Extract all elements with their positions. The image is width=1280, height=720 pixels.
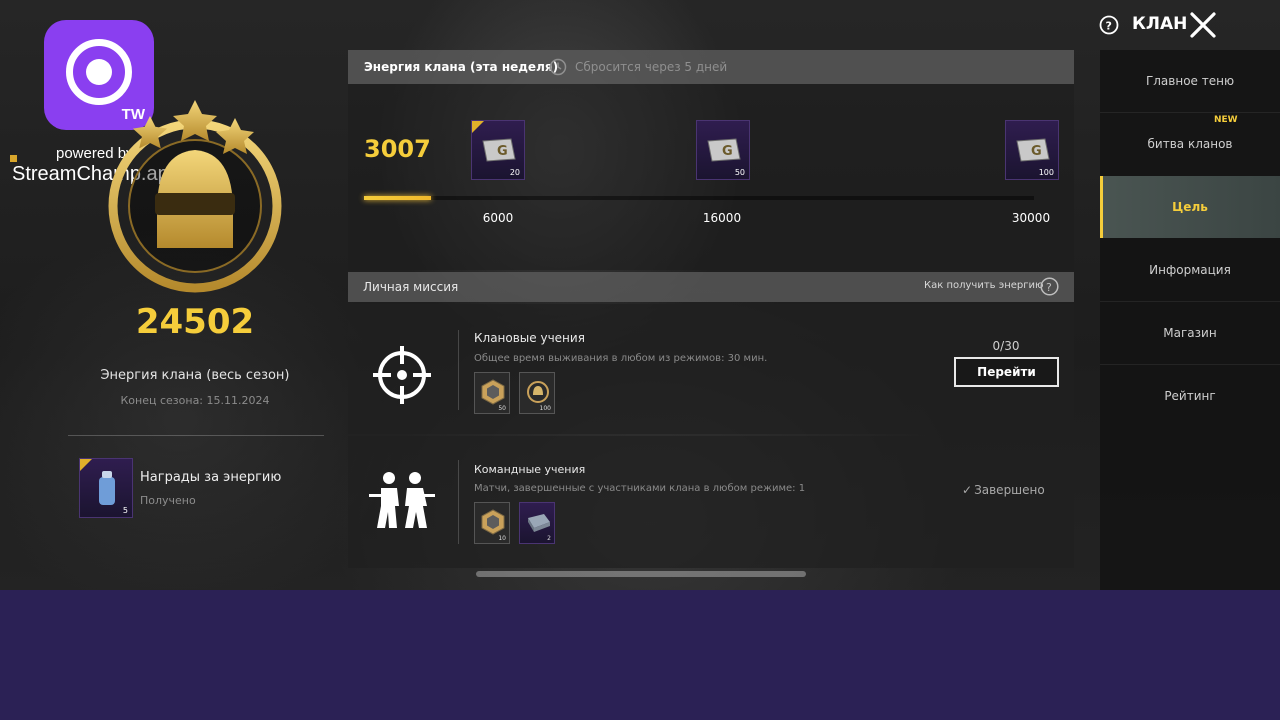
energy-badge-icon bbox=[481, 379, 505, 405]
season-end-date: Конец сезона: 15.11.2024 bbox=[120, 394, 270, 407]
how-to-get-energy-link[interactable]: Как получить энергию bbox=[924, 280, 1043, 291]
nav-item-clan-battle[interactable]: битва кланов bbox=[1100, 113, 1280, 175]
divider bbox=[458, 460, 459, 544]
reward-count: 5 bbox=[122, 506, 128, 515]
record-ring-icon bbox=[66, 39, 132, 105]
weekly-progress-fill bbox=[364, 196, 431, 200]
mission-reward-crate[interactable]: 2 bbox=[519, 502, 555, 544]
go-button[interactable]: Перейти bbox=[954, 357, 1059, 387]
energy-reward-item[interactable]: 5 bbox=[79, 458, 133, 518]
reward-count: 2 bbox=[547, 535, 551, 542]
question-circle-icon[interactable]: ? bbox=[1099, 15, 1119, 35]
svg-text:?: ? bbox=[1046, 281, 1052, 294]
milestone-label: 30000 bbox=[1011, 211, 1051, 225]
clock-icon bbox=[549, 58, 567, 76]
mission-reward-energy[interactable]: 50 bbox=[474, 372, 510, 414]
clan-helmet-emblem-icon bbox=[108, 100, 282, 293]
active-indicator bbox=[1100, 176, 1103, 238]
mission-title: Командные учения bbox=[474, 463, 586, 476]
clan-energy-total: 24502 bbox=[135, 302, 255, 342]
completed-label: Завершено bbox=[974, 483, 1045, 497]
svg-text:G: G bbox=[722, 144, 733, 159]
reward-count: 50 bbox=[498, 405, 506, 412]
energy-badge-icon bbox=[481, 509, 505, 535]
mission-title: Клановые учения bbox=[474, 331, 585, 345]
new-badge: NEW bbox=[1214, 115, 1238, 125]
svg-text:G: G bbox=[1031, 144, 1042, 159]
energy-rewards-title[interactable]: Награды за энергию bbox=[140, 470, 281, 485]
nav-item-rating[interactable]: Рейтинг bbox=[1100, 365, 1280, 427]
milestone-reward-2[interactable]: G 50 bbox=[696, 120, 750, 180]
weekly-energy-title: Энергия клана (эта неделя) bbox=[364, 60, 559, 74]
reward-count: 100 bbox=[539, 405, 551, 412]
mission-description: Матчи, завершенные с участниками клана в… bbox=[474, 483, 806, 494]
energy-rewards-status: Получено bbox=[140, 494, 196, 507]
crosshair-icon bbox=[373, 346, 431, 404]
mission-progress: 0/30 bbox=[992, 339, 1020, 353]
nav-item-main-menu[interactable]: Главное теню bbox=[1100, 50, 1280, 112]
reset-countdown: Сбросится через 5 дней bbox=[575, 60, 728, 74]
divider bbox=[458, 330, 459, 410]
nav-item-info[interactable]: Информация bbox=[1100, 239, 1280, 301]
reward-count: 20 bbox=[509, 168, 520, 177]
mission-description: Общее время выживания в любом из режимов… bbox=[474, 353, 768, 364]
mission-card-team-drills bbox=[348, 436, 1074, 568]
decorative-square bbox=[10, 155, 17, 162]
nav-item-goal[interactable]: Цель bbox=[1100, 176, 1280, 238]
team-soldiers-icon bbox=[369, 472, 435, 528]
divider bbox=[68, 435, 324, 436]
clan-ticket-icon: G bbox=[707, 138, 741, 162]
personal-mission-title: Личная миссия bbox=[363, 280, 459, 294]
clan-ticket-icon: G bbox=[482, 138, 516, 162]
milestone-reward-3[interactable]: G 100 bbox=[1005, 120, 1059, 180]
milestone-reward-1[interactable]: G 20 bbox=[471, 120, 525, 180]
milestone-label: 6000 bbox=[482, 211, 514, 225]
check-icon: ✓ bbox=[962, 483, 973, 497]
reward-count: 100 bbox=[1038, 168, 1054, 177]
stream-bottom-band bbox=[0, 590, 1280, 720]
question-circle-icon[interactable]: ? bbox=[1040, 277, 1059, 296]
weekly-energy-value: 3007 bbox=[364, 135, 431, 163]
nav-item-shop[interactable]: Магазин bbox=[1100, 302, 1280, 364]
svg-text:G: G bbox=[497, 144, 508, 159]
season-energy-label: Энергия клана (весь сезон) bbox=[100, 368, 290, 383]
reward-count: 10 bbox=[498, 535, 506, 542]
clan-ticket-icon: G bbox=[1016, 138, 1050, 162]
milestone-label: 16000 bbox=[702, 211, 742, 225]
crate-icon bbox=[528, 514, 550, 532]
close-x-icon[interactable] bbox=[1188, 10, 1218, 40]
clan-title: КЛАН bbox=[1132, 14, 1188, 34]
helmet-points-icon bbox=[527, 381, 549, 403]
mission-status-completed: ✓ Завершено bbox=[962, 483, 1045, 497]
horizontal-scrollbar[interactable] bbox=[476, 571, 806, 577]
reward-count: 50 bbox=[734, 168, 745, 177]
spray-can-icon bbox=[99, 471, 115, 505]
svg-text:?: ? bbox=[1106, 20, 1112, 33]
mission-reward-energy[interactable]: 10 bbox=[474, 502, 510, 544]
mission-reward-points[interactable]: 100 bbox=[519, 372, 555, 414]
weekly-progress-bar bbox=[364, 196, 1034, 200]
